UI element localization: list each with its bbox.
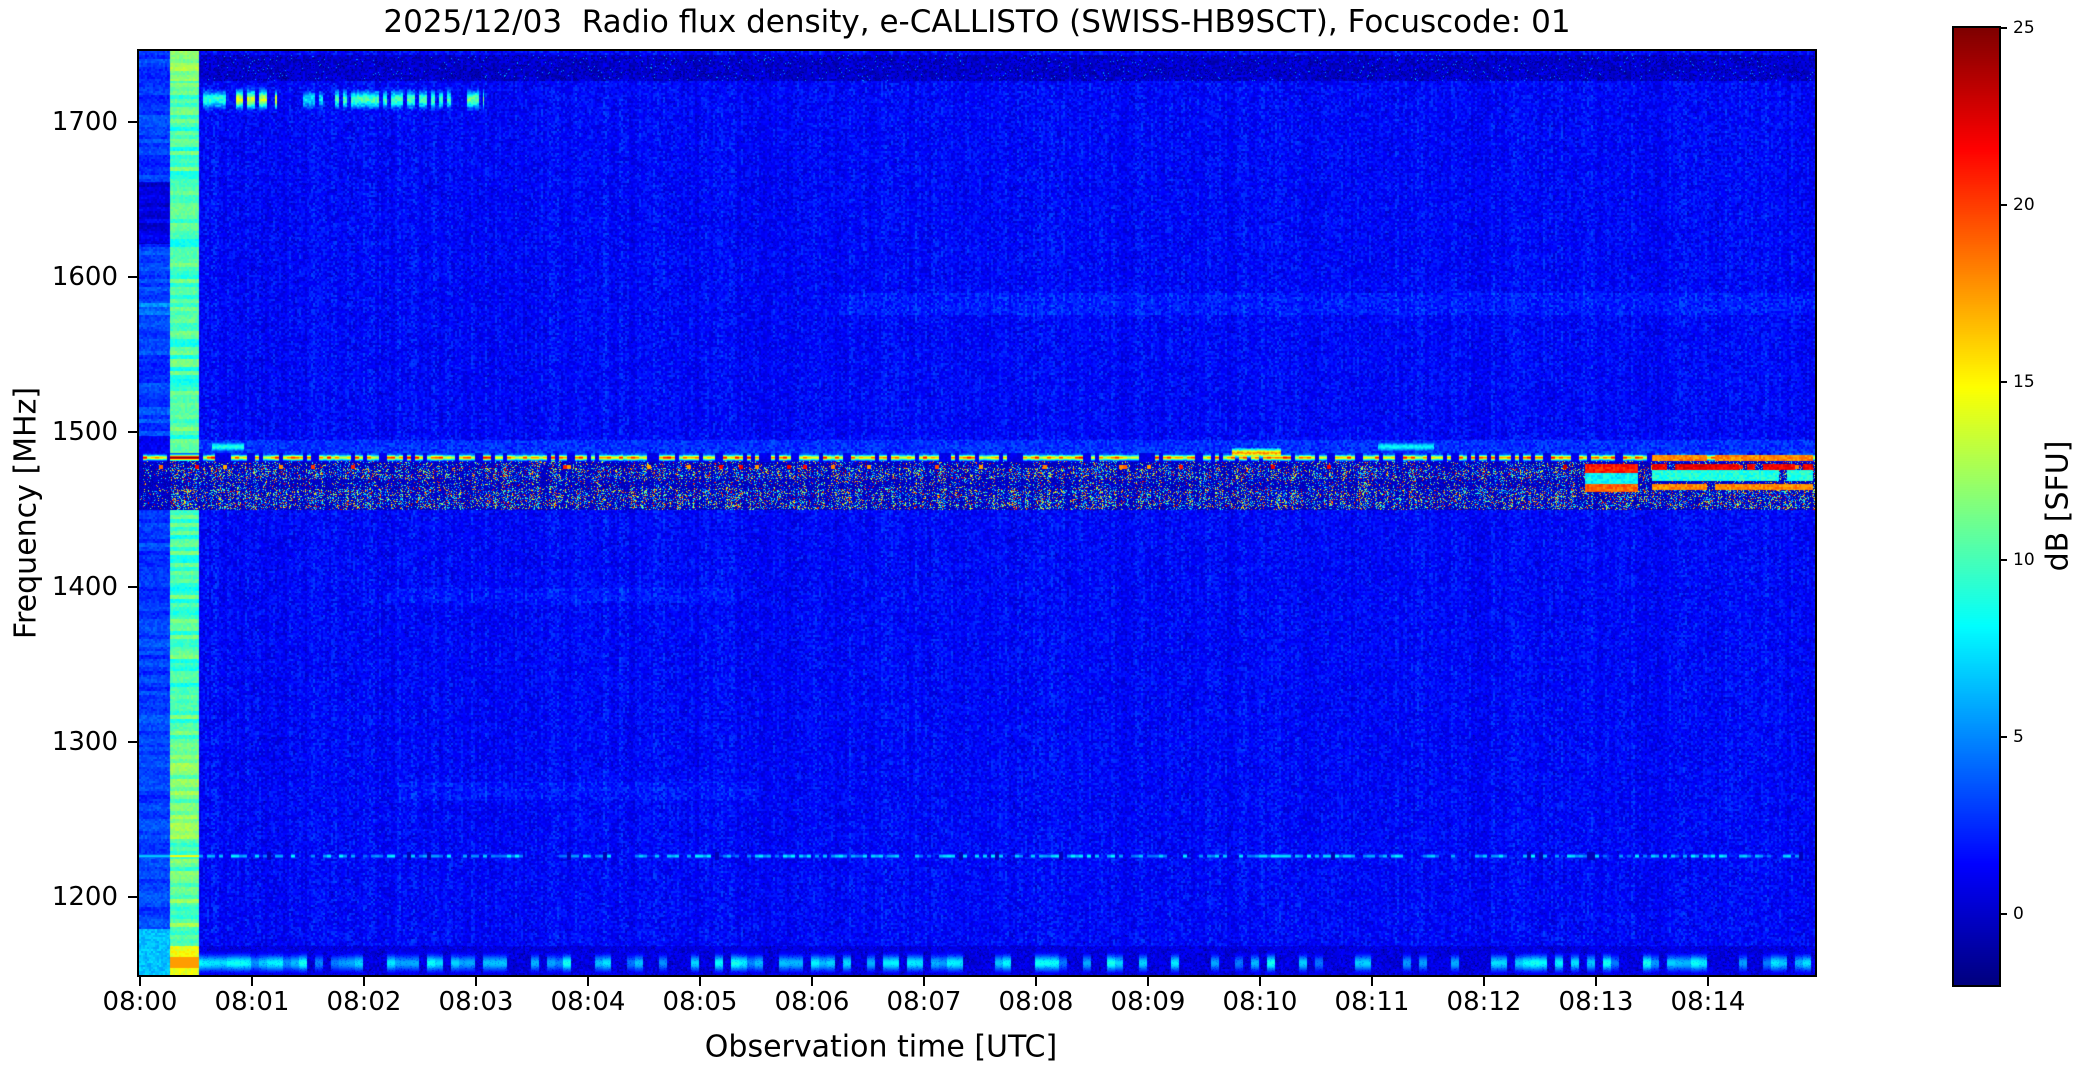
x-tick-mark [587, 977, 589, 986]
spectrogram-figure: 2025/12/03 Radio flux density, e-CALLIST… [0, 0, 2082, 1067]
x-tick-label: 08:12 [1446, 987, 1522, 1017]
x-tick-label: 08:06 [774, 987, 850, 1017]
plot-area-frame [137, 49, 1817, 977]
x-tick-mark [1259, 977, 1261, 986]
x-tick-mark [1595, 977, 1597, 986]
y-tick-mark [128, 276, 137, 279]
x-tick-label: 08:04 [550, 987, 626, 1017]
y-tick-mark [128, 586, 137, 589]
x-axis-label: Observation time [UTC] [704, 1029, 1058, 1065]
x-tick-mark [139, 977, 141, 986]
colorbar-label: dB [SFU] [2040, 440, 2076, 572]
colorbar-tick-mark [1999, 204, 2007, 207]
colorbar-frame [1952, 26, 2001, 987]
y-tick-label: 1700 [51, 107, 118, 138]
x-tick-mark [1147, 977, 1149, 986]
x-tick-mark [1483, 977, 1485, 986]
x-tick-label: 08:14 [1670, 987, 1746, 1017]
colorbar-tick-mark [1999, 735, 2007, 738]
colorbar-tick-label: 15 [2013, 372, 2035, 393]
y-tick-label: 1500 [51, 417, 118, 448]
x-tick-label: 08:09 [1110, 987, 1186, 1017]
y-tick-label: 1200 [51, 882, 118, 913]
x-tick-mark [923, 977, 925, 986]
x-tick-label: 08:00 [102, 987, 178, 1017]
colorbar-tick-mark [1999, 558, 2007, 561]
x-tick-mark [1035, 977, 1037, 986]
spectrogram-heatmap [139, 51, 1815, 975]
y-tick-label: 1400 [51, 572, 118, 603]
colorbar-tick-mark [1999, 27, 2007, 29]
x-tick-label: 08:03 [438, 987, 514, 1017]
chart-title: 2025/12/03 Radio flux density, e-CALLIST… [383, 4, 1571, 40]
x-tick-label: 08:02 [326, 987, 402, 1017]
x-tick-mark [363, 977, 365, 986]
x-tick-label: 08:08 [998, 987, 1074, 1017]
x-tick-mark [251, 977, 253, 986]
y-tick-mark [128, 741, 137, 744]
x-tick-label: 08:07 [886, 987, 962, 1017]
colorbar-tick-label: 0 [2013, 904, 2024, 925]
x-tick-label: 08:13 [1558, 987, 1634, 1017]
x-tick-label: 08:05 [662, 987, 738, 1017]
y-tick-mark [128, 121, 137, 124]
x-tick-label: 08:11 [1334, 987, 1410, 1017]
x-tick-mark [699, 977, 701, 986]
y-tick-label: 1300 [51, 727, 118, 758]
colorbar-gradient [1954, 28, 1999, 985]
colorbar-tick-label: 5 [2013, 726, 2024, 747]
y-tick-mark [128, 896, 137, 899]
y-tick-mark [128, 431, 137, 434]
y-tick-label: 1600 [51, 262, 118, 293]
x-tick-mark [475, 977, 477, 986]
colorbar-tick-label: 25 [2013, 18, 2035, 38]
colorbar-tick-mark [1999, 913, 2007, 916]
x-tick-mark [811, 977, 813, 986]
colorbar-tick-mark [1999, 381, 2007, 384]
x-tick-label: 08:10 [1222, 987, 1298, 1017]
x-tick-label: 08:01 [214, 987, 290, 1017]
colorbar-tick-label: 10 [2013, 549, 2035, 570]
x-tick-mark [1707, 977, 1709, 986]
x-tick-mark [1371, 977, 1373, 986]
colorbar-tick-label: 20 [2013, 195, 2035, 216]
